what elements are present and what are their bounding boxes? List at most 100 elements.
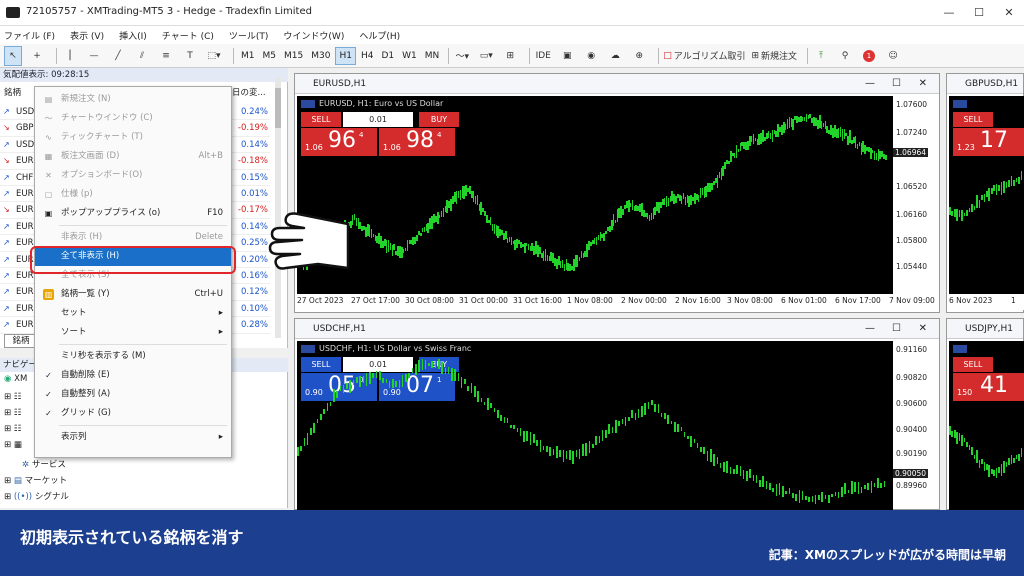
market-icon[interactable]: ▣ [558,46,576,66]
horizontal-line-icon[interactable]: — [85,46,103,66]
ide-button[interactable]: IDE [534,46,552,66]
chart-window-eurusd[interactable]: EURUSD,H1 — ☐ ✕ EURUSD, H1: Euro vs US D… [294,73,940,313]
context-menu-item[interactable]: ミリ秒を表示する (M) [35,347,231,366]
minimize-icon[interactable]: — [865,74,875,93]
vertical-line-icon[interactable]: ⎮ [61,46,79,66]
menu-help[interactable]: ヘルプ(H) [359,29,400,42]
maximize-icon[interactable]: ☐ [892,319,901,338]
nav-tree-icon[interactable]: ⊞ ☷ [4,392,21,402]
bid-price[interactable]: 1.06 96 4 [301,128,377,156]
nav-item-xm[interactable]: ◉ XM [4,374,27,384]
chart-plot-eurusd[interactable]: EURUSD, H1: Euro vs US Dollar SELL 0.01 … [297,96,893,294]
fibonacci-icon[interactable]: ≡ [157,46,175,66]
sell-button[interactable]: SELL [301,357,341,372]
context-menu-item[interactable]: ∿ ティックチャート (T) [35,128,231,147]
context-menu-item[interactable]: ▢ 仕様 (p) [35,185,231,204]
tf-m15[interactable]: M15 [281,47,306,65]
vps-icon[interactable]: ⊕ [630,46,648,66]
menu-tools[interactable]: ツール(T) [229,29,269,42]
signals-icon[interactable]: ◉ [582,46,600,66]
tf-h4[interactable]: H4 [358,47,377,65]
chart-window-usdchf[interactable]: USDCHF,H1 — ☐ ✕ USDCHF, H1: US Dollar vs… [294,318,940,511]
bid-price[interactable]: 150 41 [953,373,1024,401]
context-menu-item[interactable]: 〜チャートウインドウ (C) [35,109,231,128]
maximize-icon[interactable]: ☐ [964,0,994,26]
chart-plot-usdchf[interactable]: USDCHF, H1: US Dollar vs Swiss Franc SEL… [297,341,893,511]
context-menu-item[interactable]: セット ▸ [35,304,231,323]
trendline-icon[interactable]: ╱ [109,46,127,66]
context-menu-item[interactable]: ✓ 自動削除 (E) [35,366,231,385]
cursor-icon[interactable]: ↖ [4,45,22,66]
nav-item-market[interactable]: ⊞ ▤ マーケット [4,474,67,486]
context-menu-item[interactable]: ソート ▸ [35,323,231,342]
candle [949,426,951,435]
candle [569,449,571,460]
maximize-icon[interactable]: ☐ [892,74,901,93]
close-icon[interactable]: ✕ [919,319,927,338]
context-menu-item[interactable]: ▥ 銘柄一覧 (Y) Ctrl+U [35,285,231,304]
nav-item-signals[interactable]: ⊞ ((•)) シグナル [4,490,69,502]
minimize-icon[interactable]: — [865,319,875,338]
tf-m1[interactable]: M1 [238,47,258,65]
tf-w1[interactable]: W1 [399,47,420,65]
nav-tree-icon[interactable]: ⊞ ☷ [4,424,21,434]
nav-item-services[interactable]: ✲ サービス [22,458,66,470]
col-change[interactable]: 日の変... [232,86,266,98]
col-symbol[interactable]: 銘柄 [4,86,21,98]
menu-window[interactable]: ウインドウ(W) [283,29,344,42]
shapes-icon[interactable]: ⬚▾ [205,46,223,66]
menu-chart[interactable]: チャート (C) [162,29,214,42]
one-click-icon[interactable]: ⤒ [812,46,830,66]
context-menu-item[interactable]: ✕ オプションボード(O) [35,166,231,185]
cloud-icon[interactable]: ☁ [606,46,624,66]
chart-plot-usdjpy[interactable]: SELL 150 41 [949,341,1024,511]
chart-plot-gbpusd[interactable]: SELL 1.23 17 [949,96,1024,294]
candle [831,494,833,498]
menu-view[interactable]: 表示 (V) [70,29,104,42]
tf-mn[interactable]: MN [422,47,443,65]
lot-input[interactable]: 0.01 [343,112,413,127]
sell-button[interactable]: SELL [953,112,993,127]
account-icon[interactable]: ☺ [884,46,902,66]
context-menu-item[interactable]: 非表示 (H) Delete [35,228,231,247]
market-watch-tab[interactable]: 銘柄 [4,334,38,348]
candle [300,445,302,452]
tf-d1[interactable]: D1 [378,47,397,65]
context-menu-item[interactable]: 表示列 ▸ [35,428,231,447]
context-menu-item[interactable]: ✓ 自動整列 (A) [35,385,231,404]
sell-button[interactable]: SELL [953,357,993,372]
text-icon[interactable]: T [181,46,199,66]
sell-button[interactable]: SELL [301,112,341,127]
context-menu-item[interactable]: ▤ 新規注文 (N) [35,90,231,109]
template-icon[interactable]: ▭▾ [477,46,495,66]
nav-tree-icon[interactable]: ⊞ ☷ [4,408,21,418]
channel-icon[interactable]: ⫽ [133,46,151,66]
menu-file[interactable]: ファイル (F) [4,29,55,42]
candle [319,414,322,420]
ask-price[interactable]: 1.06 98 4 [379,128,455,156]
candle [605,430,607,438]
context-menu-item[interactable]: ✓ グリッド (G) [35,404,231,423]
close-icon[interactable]: ✕ [994,0,1024,26]
ask-price[interactable]: 0.90 07 1 [379,373,455,401]
crosshair-icon[interactable]: + [28,46,46,66]
nav-tree-icon[interactable]: ⊞ ▦ [4,440,22,450]
bid-price[interactable]: 1.23 17 [953,128,1024,156]
new-order-button[interactable]: ⊞ 新規注文 [751,46,797,66]
tf-m5[interactable]: M5 [260,47,280,65]
tf-m30[interactable]: M30 [308,47,333,65]
chart-type-icon[interactable]: 〜▾ [453,46,471,66]
tf-h1[interactable]: H1 [335,46,356,65]
context-menu-item[interactable]: ▦ 板注文画面 (D) Alt+B [35,147,231,166]
indicators-icon[interactable]: ⊞ [501,46,519,66]
chart-window-usdjpy[interactable]: USDJPY,H1 SELL 150 41 [946,318,1024,511]
close-icon[interactable]: ✕ [919,74,927,93]
algo-trading-button[interactable]: □ アルゴリズム取引 [663,46,745,66]
chart-window-gbpusd[interactable]: GBPUSD,H1 SELL 1.23 17 6 Nov 2023 1 [946,73,1024,313]
context-menu-item[interactable]: ▣ ポップアッププライス (o) F10 [35,204,231,223]
menu-insert[interactable]: 挿入(I) [119,29,147,42]
minimize-icon[interactable]: — [934,0,964,26]
search-icon[interactable]: ⚲ [836,46,854,66]
buy-button[interactable]: BUY [419,112,459,127]
notifications-icon[interactable]: 1 [860,46,878,66]
